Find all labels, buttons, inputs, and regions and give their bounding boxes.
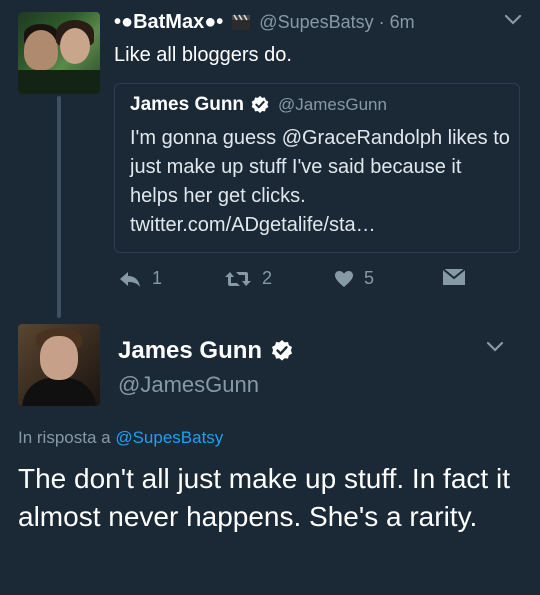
avatar-batmax[interactable] (18, 12, 100, 94)
display-name[interactable]: James Gunn (118, 337, 262, 365)
quoted-tweet-text: I'm gonna guess @GraceRandolph likes to … (130, 127, 510, 236)
tweet-batmax[interactable]: •●BatMax●• @SupesBatsy · 6m Like all blo… (0, 0, 540, 310)
clapperboard-icon (232, 14, 251, 30)
avatar-james-gunn[interactable] (18, 324, 100, 406)
tweet-actions: 1 2 5 (114, 268, 534, 296)
retweet-icon (225, 271, 251, 286)
chevron-down-icon[interactable] (486, 341, 504, 353)
tweet-header: James Gunn (118, 337, 294, 365)
quoted-tweet[interactable]: James Gunn @JamesGunn I'm gonna guess @G… (114, 83, 520, 253)
direct-message-button[interactable] (442, 268, 466, 286)
reply-handle-link[interactable]: @SupesBatsy (115, 428, 223, 447)
chevron-down-icon[interactable] (504, 14, 522, 26)
retweet-count: 2 (262, 268, 273, 288)
reply-context: In risposta a @SupesBatsy (18, 428, 223, 448)
heart-icon (335, 270, 353, 287)
handle[interactable]: @SupesBatsy (259, 12, 373, 33)
quoted-handle: @JamesGunn (278, 95, 387, 114)
quoted-display-name: James Gunn (130, 94, 245, 115)
tweet-text: The don't all just make up stuff. In fac… (18, 463, 510, 532)
envelope-icon (442, 268, 466, 285)
like-count: 5 (364, 268, 375, 288)
reply-count: 1 (152, 268, 163, 288)
verified-badge-icon (272, 340, 293, 361)
reply-button[interactable]: 1 (118, 268, 162, 289)
handle[interactable]: @JamesGunn (118, 372, 259, 398)
timestamp: · 6m (378, 12, 415, 32)
reply-icon (120, 271, 140, 287)
retweet-button[interactable]: 2 (224, 268, 272, 289)
reply-prefix: In risposta a (18, 428, 116, 447)
verified-badge-icon (251, 95, 269, 113)
like-button[interactable]: 5 (334, 268, 374, 289)
tweet-header: •●BatMax●• @SupesBatsy · 6m (114, 11, 415, 34)
display-name[interactable]: •●BatMax●• (114, 11, 223, 34)
tweet-text: Like all bloggers do. (114, 44, 292, 66)
